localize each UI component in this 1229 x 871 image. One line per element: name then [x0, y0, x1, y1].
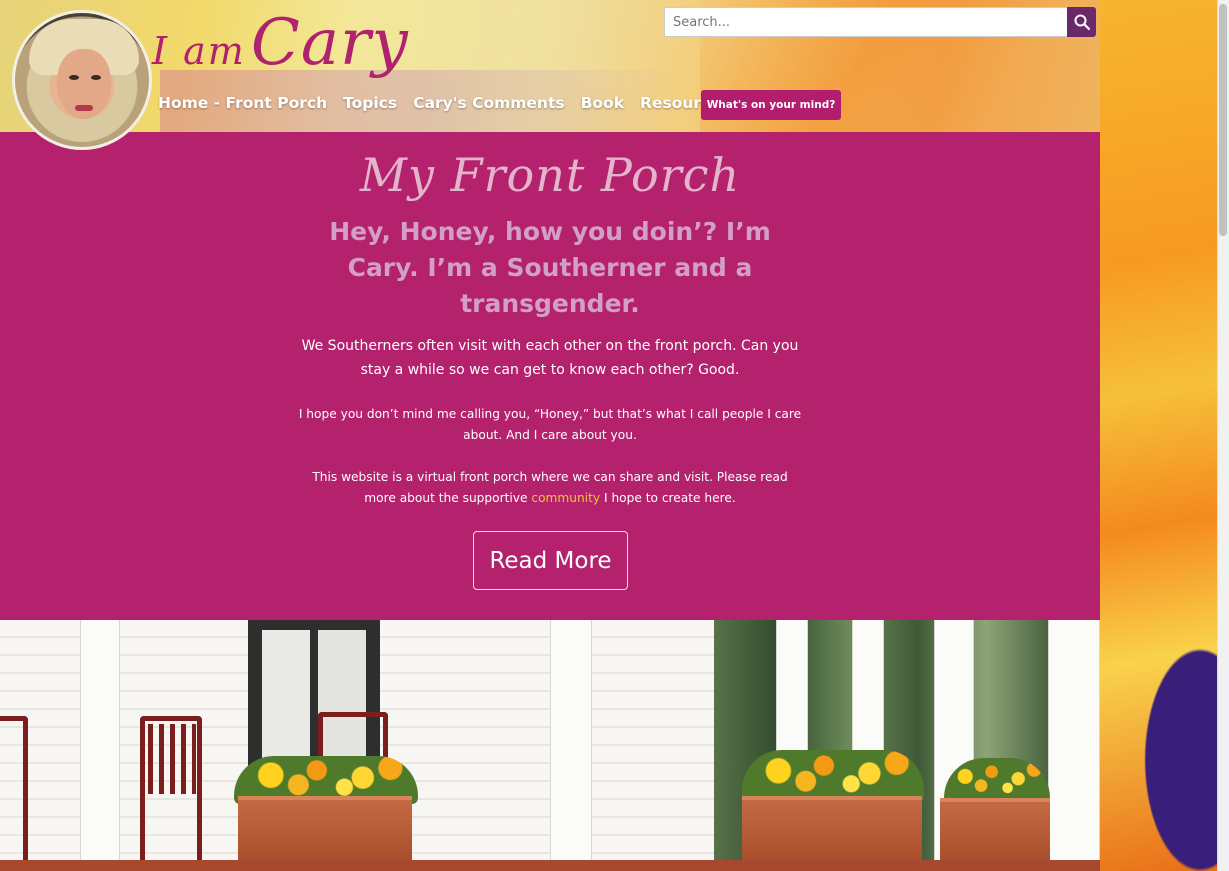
- logo-small-text: I am: [152, 29, 246, 73]
- avatar-eye-left: [69, 75, 79, 80]
- search-icon: [1074, 14, 1090, 30]
- planter-box: [940, 798, 1050, 861]
- hero-paragraph-1: I hope you don’t mind me calling you, “H…: [298, 407, 802, 442]
- avatar-lips: [75, 105, 93, 111]
- logo-big-text: Cary: [250, 6, 409, 80]
- search-button[interactable]: [1067, 7, 1096, 37]
- porch-column: [550, 620, 592, 871]
- hero-intro: We Southerners often visit with each oth…: [301, 338, 799, 378]
- site-logo[interactable]: I am Cary: [152, 6, 409, 80]
- porch-column: [1048, 620, 1100, 871]
- paragraph-text: I hope to create here.: [600, 491, 736, 505]
- nav-item-topics[interactable]: Topics: [343, 94, 397, 112]
- avatar[interactable]: [12, 10, 152, 150]
- nav-item-home[interactable]: Home - Front Porch: [158, 94, 327, 112]
- porch-floor: [0, 860, 1100, 871]
- flower-backdrop: [1100, 0, 1217, 871]
- rocking-chair: [0, 716, 28, 861]
- nav-item-carys-comments[interactable]: Cary's Comments: [413, 94, 564, 112]
- hero-paragraph-2: This website is a virtual front porch wh…: [298, 467, 802, 509]
- avatar-eye-right: [91, 75, 101, 80]
- hero-headline: Hey, Honey, how you doin’? I’m Cary. I’m…: [329, 217, 771, 318]
- section-title: My Front Porch: [359, 148, 741, 202]
- planter-box: [238, 796, 412, 861]
- community-link[interactable]: community: [531, 491, 600, 505]
- search-input[interactable]: [664, 7, 1068, 37]
- scrollbar-thumb[interactable]: [1219, 4, 1227, 236]
- main-nav: Home - Front Porch Topics Cary's Comment…: [158, 94, 730, 112]
- read-more-button[interactable]: Read More: [473, 531, 628, 590]
- flower-box: [742, 750, 924, 802]
- whats-on-your-mind-button[interactable]: What's on your mind?: [701, 90, 841, 120]
- nav-item-book[interactable]: Book: [581, 94, 624, 112]
- planter-box: [742, 796, 922, 861]
- porch-column: [80, 620, 120, 871]
- porch-photo: [0, 620, 1100, 871]
- chair-slats: [148, 724, 196, 794]
